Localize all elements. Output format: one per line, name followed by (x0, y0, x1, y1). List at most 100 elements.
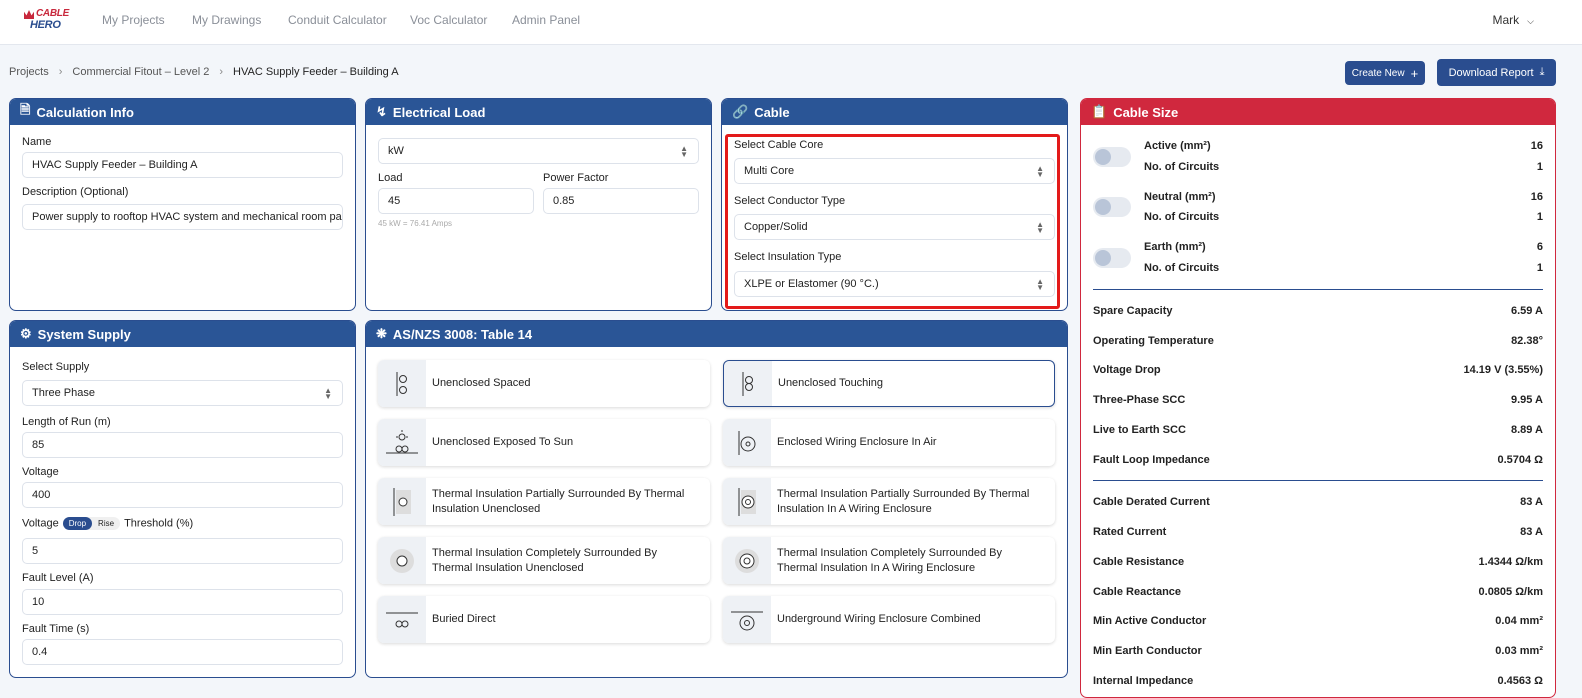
method-tile-buried-direct[interactable]: Buried Direct (378, 596, 710, 643)
select-arrows-icon: ▲ ▼ (1036, 164, 1044, 179)
description-input[interactable]: Power supply to rooftop HVAC system and … (22, 204, 343, 230)
fault-level-input[interactable]: 10 (22, 589, 343, 615)
result-value: 0.5704 Ω (1497, 454, 1543, 466)
voltage-input[interactable]: 400 (22, 482, 343, 508)
lightning-icon: ↯ (376, 104, 387, 119)
method-tile-complete-insulation-unenclosed[interactable]: Thermal Insulation Completely Surrounded… (378, 537, 710, 584)
chevron-right-icon: › (58, 66, 63, 78)
panel-title: Calculation Info (36, 104, 134, 120)
load-conversion-hint: 45 kW = 76.41 Amps (378, 219, 453, 228)
neutral-value: 16 (1530, 191, 1543, 203)
nav-my-projects[interactable]: My Projects (102, 13, 165, 27)
result-value: 9.95 A (1510, 394, 1543, 406)
earth-circuits-label: No. of Circuits (1144, 262, 1220, 274)
result-value: 14.19 V (3.55%) (1463, 364, 1544, 376)
load-input[interactable]: 45 (378, 188, 534, 214)
cable-panel: 🔗 Cable Select Cable Core Multi Core ▲ ▼ Se… (721, 98, 1068, 311)
result-label: Min Active Conductor (1093, 615, 1207, 627)
neutral-label: Neutral (mm²) (1144, 191, 1216, 203)
unenclosed-spaced-icon (378, 360, 426, 407)
panel-title: Cable (754, 104, 790, 120)
load-label: Load (378, 172, 403, 184)
method-tile-complete-insulation-enclosure[interactable]: Thermal Insulation Completely Surrounded… (723, 537, 1055, 584)
breadcrumb-projects[interactable]: Projects (9, 66, 49, 78)
download-report-button[interactable]: Download Report ⤓ (1437, 59, 1556, 86)
breadcrumb: Projects › Commercial Fitout – Level 2 › HVA… (9, 66, 399, 78)
user-name: Mark (1492, 13, 1520, 27)
length-label: Length of Run (m) (22, 416, 111, 428)
select-arrows-icon: ▲ ▼ (1036, 277, 1044, 292)
threshold-input[interactable]: 5 (22, 538, 343, 564)
breadcrumb-project[interactable]: Commercial Fitout – Level 2 (72, 66, 209, 78)
drop-option[interactable]: Drop (62, 517, 93, 530)
result-label: Three-Phase SCC (1093, 394, 1186, 406)
unit-select[interactable]: kW ▲ ▼ (378, 138, 699, 164)
create-new-button[interactable]: Create New + (1345, 61, 1425, 85)
panel-title: AS/NZS 3008: Table 14 (392, 326, 533, 342)
method-tile-exposed-to-sun[interactable]: Unenclosed Exposed To Sun (378, 419, 710, 466)
name-input[interactable]: HVAC Supply Feeder – Building A (22, 152, 343, 178)
fault-time-label: Fault Time (s) (22, 623, 90, 635)
clipboard-icon: 📋 (1091, 104, 1108, 119)
result-value: 1.4344 Ω/km (1478, 556, 1543, 568)
method-tile-underground-enclosure[interactable]: Underground Wiring Enclosure Combined (723, 596, 1055, 643)
crown-icon (24, 10, 34, 19)
fault-time-input[interactable]: 0.4 (22, 639, 343, 665)
method-tile-enclosed-in-air[interactable]: Enclosed Wiring Enclosure In Air (723, 419, 1055, 466)
earth-toggle[interactable] (1093, 248, 1131, 268)
result-label: Rated Current (1093, 526, 1167, 538)
active-circuits-value: 1 (1536, 161, 1543, 173)
nav-voc-calculator[interactable]: Voc Calculator (410, 13, 487, 27)
result-label: Cable Derated Current (1093, 496, 1210, 508)
active-value: 16 (1530, 140, 1543, 152)
cable-hero-logo[interactable]: CABLE HERO (22, 8, 72, 34)
rise-option[interactable]: Rise (92, 517, 120, 530)
cable-size-panel: 📋 Cable Size Active (mm²) 16 No. of Circu… (1080, 98, 1556, 698)
user-menu[interactable]: Mark ⌵ (1493, 13, 1535, 27)
buried-direct-icon (378, 596, 426, 643)
select-arrows-icon: ▲ ▼ (1036, 220, 1044, 235)
breadcrumb-current: HVAC Supply Feeder – Building A (233, 66, 399, 78)
result-label: Voltage Drop (1093, 364, 1161, 376)
threshold-label: Voltage Drop Rise Threshold (%) (22, 517, 194, 530)
unenclosed-touching-icon (724, 361, 772, 406)
panel-title: Electrical Load (392, 104, 486, 120)
power-factor-input[interactable]: 0.85 (543, 188, 699, 214)
nav-admin-panel[interactable]: Admin Panel (512, 13, 580, 27)
conductor-type-select[interactable]: Copper/Solid ▲ ▼ (734, 214, 1055, 240)
supply-select[interactable]: Three Phase ▲ ▼ (22, 380, 343, 406)
supply-label: Select Supply (22, 361, 90, 373)
length-input[interactable]: 85 (22, 432, 343, 458)
nav-my-drawings[interactable]: My Drawings (192, 13, 261, 27)
sun-exposed-icon (378, 419, 426, 466)
nav-conduit-calculator[interactable]: Conduit Calculator (288, 13, 387, 27)
underground-enclosure-icon (723, 596, 771, 643)
document-icon: 🗎 (20, 102, 31, 117)
system-supply-panel: ⚙ System Supply Select Supply Three Phase… (9, 320, 356, 678)
download-icon: ⤓ (1539, 66, 1545, 78)
method-tile-unenclosed-touching[interactable]: Unenclosed Touching (723, 360, 1055, 407)
result-label: Min Earth Conductor (1093, 645, 1202, 657)
enclosed-in-air-icon (723, 419, 771, 466)
result-value: 8.89 A (1510, 424, 1543, 436)
active-label: Active (mm²) (1144, 140, 1211, 152)
result-label: Internal Impedance (1093, 675, 1194, 687)
result-value: 83 A (1520, 496, 1543, 508)
insulation-type-select[interactable]: XLPE or Elastomer (90 °C.) ▲ ▼ (734, 271, 1055, 297)
chevron-right-icon: › (219, 66, 224, 78)
active-toggle[interactable] (1093, 147, 1131, 167)
power-factor-label: Power Factor (543, 172, 609, 184)
panel-title: Cable Size (1113, 104, 1179, 120)
top-nav: CABLE HERO My Projects My Drawings Condu… (0, 0, 1582, 45)
cable-core-select[interactable]: Multi Core ▲ ▼ (734, 158, 1055, 184)
drop-rise-toggle[interactable]: Drop Rise (62, 517, 121, 530)
method-tile-unenclosed-spaced[interactable]: Unenclosed Spaced (378, 360, 710, 407)
method-tile-partial-insulation-enclosure[interactable]: Thermal Insulation Partially Surrounded … (723, 478, 1055, 525)
neutral-toggle[interactable] (1093, 197, 1131, 217)
complete-insulation-icon (378, 537, 426, 584)
result-label: Operating Temperature (1093, 335, 1214, 347)
method-tile-partial-insulation-unenclosed[interactable]: Thermal Insulation Partially Surrounded … (378, 478, 710, 525)
description-label: Description (Optional) (22, 186, 129, 198)
earth-value: 6 (1536, 241, 1543, 253)
link-icon: 🔗 (732, 104, 749, 119)
